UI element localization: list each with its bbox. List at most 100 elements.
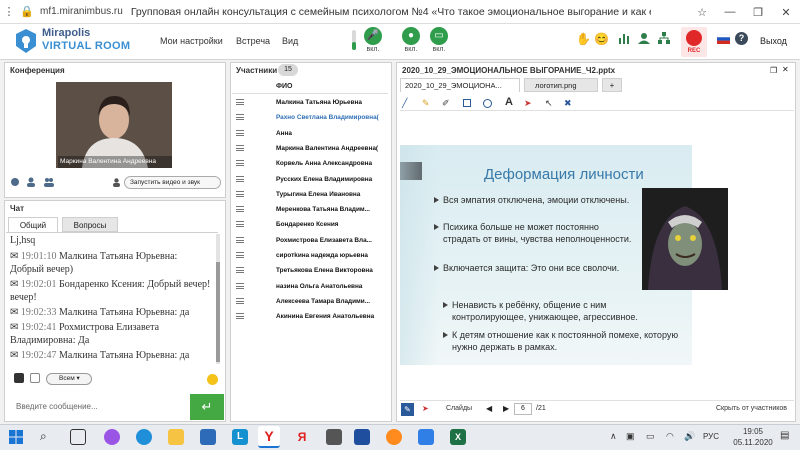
tab-questions[interactable]: Вопросы xyxy=(62,217,118,232)
emoji-icon[interactable]: 😊 xyxy=(594,32,609,46)
participant-row[interactable]: Рахно Светлана Владимировна( xyxy=(232,111,388,126)
slides-label[interactable]: Слайды xyxy=(446,405,472,412)
chat-scrollbar-thumb[interactable] xyxy=(216,262,220,362)
maximize-icon[interactable]: ❐ xyxy=(744,6,772,19)
text-color-icon[interactable] xyxy=(14,373,24,383)
folder-icon[interactable] xyxy=(168,429,184,445)
volume-icon[interactable]: 🔊 xyxy=(684,431,695,442)
group-icon[interactable] xyxy=(44,177,54,187)
menu-meeting[interactable]: Встреча xyxy=(236,36,270,46)
exit-button[interactable]: Выход xyxy=(760,36,787,46)
prev-slide-icon[interactable]: ◀ xyxy=(486,404,492,413)
laser-icon[interactable]: ➤ xyxy=(422,404,429,413)
participant-row[interactable]: Маркина Валентина Андреевна( xyxy=(232,142,388,157)
task-view-icon[interactable] xyxy=(70,429,86,445)
video-settings-icon[interactable] xyxy=(10,177,20,187)
drag-handle-icon[interactable] xyxy=(236,221,244,228)
edge-icon[interactable] xyxy=(136,429,152,445)
drag-handle-icon[interactable] xyxy=(236,267,244,274)
excel-icon[interactable]: X xyxy=(450,429,466,445)
raise-hand-icon[interactable]: ✋ xyxy=(576,32,591,46)
drag-handle-icon[interactable] xyxy=(236,99,244,105)
more-icon[interactable]: ⋮ xyxy=(0,5,18,18)
ellipse-icon[interactable] xyxy=(483,99,492,108)
minimize-icon[interactable]: — xyxy=(716,6,744,18)
participant-row[interactable]: Алексеева Тамара Владими... xyxy=(232,295,388,310)
tray-chevron-icon[interactable]: ∧ xyxy=(610,431,617,442)
app-icon[interactable] xyxy=(326,429,342,445)
tab-presentation[interactable]: 2020_10_29_ЭМОЦИОНА... xyxy=(400,78,520,92)
drag-handle-icon[interactable] xyxy=(236,160,244,167)
participant-row[interactable]: Акинина Евгения Анатольевна xyxy=(232,310,388,325)
drag-handle-icon[interactable] xyxy=(236,252,244,258)
close-icon[interactable]: ✕ xyxy=(772,6,800,19)
drag-handle-icon[interactable] xyxy=(236,114,244,121)
alice-icon[interactable] xyxy=(104,429,120,445)
pointer-icon[interactable]: ➤ xyxy=(524,98,532,109)
clear-icon[interactable]: ✖ xyxy=(564,98,572,109)
add-tab-button[interactable]: + xyxy=(602,78,622,92)
search-icon[interactable]: ⌕ xyxy=(40,429,47,444)
send-button[interactable]: ↵ xyxy=(190,394,224,420)
participant-row[interactable]: Русских Елена Владимировна xyxy=(232,173,388,188)
clock-time[interactable]: 19:05 xyxy=(733,427,773,436)
screen-share-icon[interactable]: ▭ xyxy=(430,27,448,45)
mic-icon[interactable]: 🎤 xyxy=(364,27,382,45)
select-icon[interactable]: ↖ xyxy=(545,98,553,109)
drag-handle-icon[interactable] xyxy=(236,206,244,213)
bookmark-icon[interactable]: ☆ xyxy=(688,6,716,19)
rectangle-icon[interactable] xyxy=(463,99,471,107)
message-input[interactable]: Введите сообщение... xyxy=(16,402,98,411)
yandex-browser-icon[interactable]: Y xyxy=(258,426,280,448)
drag-handle-icon[interactable] xyxy=(236,129,244,136)
help-icon[interactable]: ? xyxy=(735,32,748,45)
app-blue-icon[interactable] xyxy=(418,429,434,445)
input-language[interactable]: РУС xyxy=(703,432,719,441)
users-icon[interactable] xyxy=(26,177,36,187)
notifications-icon[interactable]: ▤ xyxy=(780,430,789,441)
participant-row[interactable]: Малкина Татьяна Юрьевна xyxy=(232,96,388,111)
tab-general[interactable]: Общий xyxy=(8,217,58,232)
drag-handle-icon[interactable] xyxy=(236,190,244,197)
drag-handle-icon[interactable] xyxy=(236,144,244,151)
clock-date[interactable]: 05.11.2020 xyxy=(727,438,779,447)
slide-number-input[interactable]: 6 xyxy=(514,403,532,415)
annotate-icon[interactable]: ✎ xyxy=(401,403,414,416)
drag-handle-icon[interactable] xyxy=(236,236,244,243)
restore-icon[interactable]: ❐ xyxy=(770,66,777,75)
network-icon[interactable] xyxy=(658,32,670,44)
participant-row[interactable]: Третьякова Елена Викторовна xyxy=(232,264,388,279)
next-slide-icon[interactable]: ▶ xyxy=(503,404,509,413)
participant-row[interactable]: Меренкова Татьяна Владим... xyxy=(232,203,388,218)
drag-handle-icon[interactable] xyxy=(236,282,244,289)
store-icon[interactable] xyxy=(200,429,216,445)
hide-from-participants[interactable]: Скрыть от участников xyxy=(716,405,787,412)
language-flag-icon[interactable] xyxy=(717,34,730,44)
firefox-icon[interactable] xyxy=(386,429,402,445)
user-icon[interactable] xyxy=(638,32,650,44)
drag-handle-icon[interactable] xyxy=(236,297,244,304)
highlighter-icon[interactable]: ✎ xyxy=(422,98,430,109)
participant-row[interactable]: Бондаренко Ксения xyxy=(232,218,388,233)
participant-row[interactable]: Анна xyxy=(232,127,388,142)
drag-handle-icon[interactable] xyxy=(236,313,244,320)
emoji-picker-icon[interactable] xyxy=(207,374,218,385)
battery-icon[interactable]: ▭ xyxy=(646,431,655,442)
text-tool-icon[interactable]: A xyxy=(505,96,513,108)
tray-app-icon[interactable]: ▣ xyxy=(626,431,635,442)
panel-close-icon[interactable]: ✕ xyxy=(782,65,789,74)
bg-color-icon[interactable] xyxy=(30,373,40,383)
lock-icon[interactable]: 🔒 xyxy=(18,5,36,18)
windows-start-icon[interactable] xyxy=(8,429,24,445)
tab-logo[interactable]: логотип.png xyxy=(524,78,598,92)
marker-icon[interactable]: ✐ xyxy=(442,98,450,109)
camera-icon[interactable]: ● xyxy=(402,27,420,45)
start-video-select[interactable]: Запустить видео и звук xyxy=(124,176,221,189)
app-l-icon[interactable]: L xyxy=(232,429,248,445)
participant-row[interactable]: сиротkина надежда юрьевна xyxy=(232,249,388,264)
drag-handle-icon[interactable] xyxy=(236,175,244,182)
participant-row[interactable]: Корвель Анна Александровна xyxy=(232,157,388,172)
participant-row[interactable]: Рохмистрова Елизавета Вла... xyxy=(232,234,388,249)
photos-icon[interactable] xyxy=(354,429,370,445)
yandex-icon[interactable]: Я xyxy=(294,429,310,445)
